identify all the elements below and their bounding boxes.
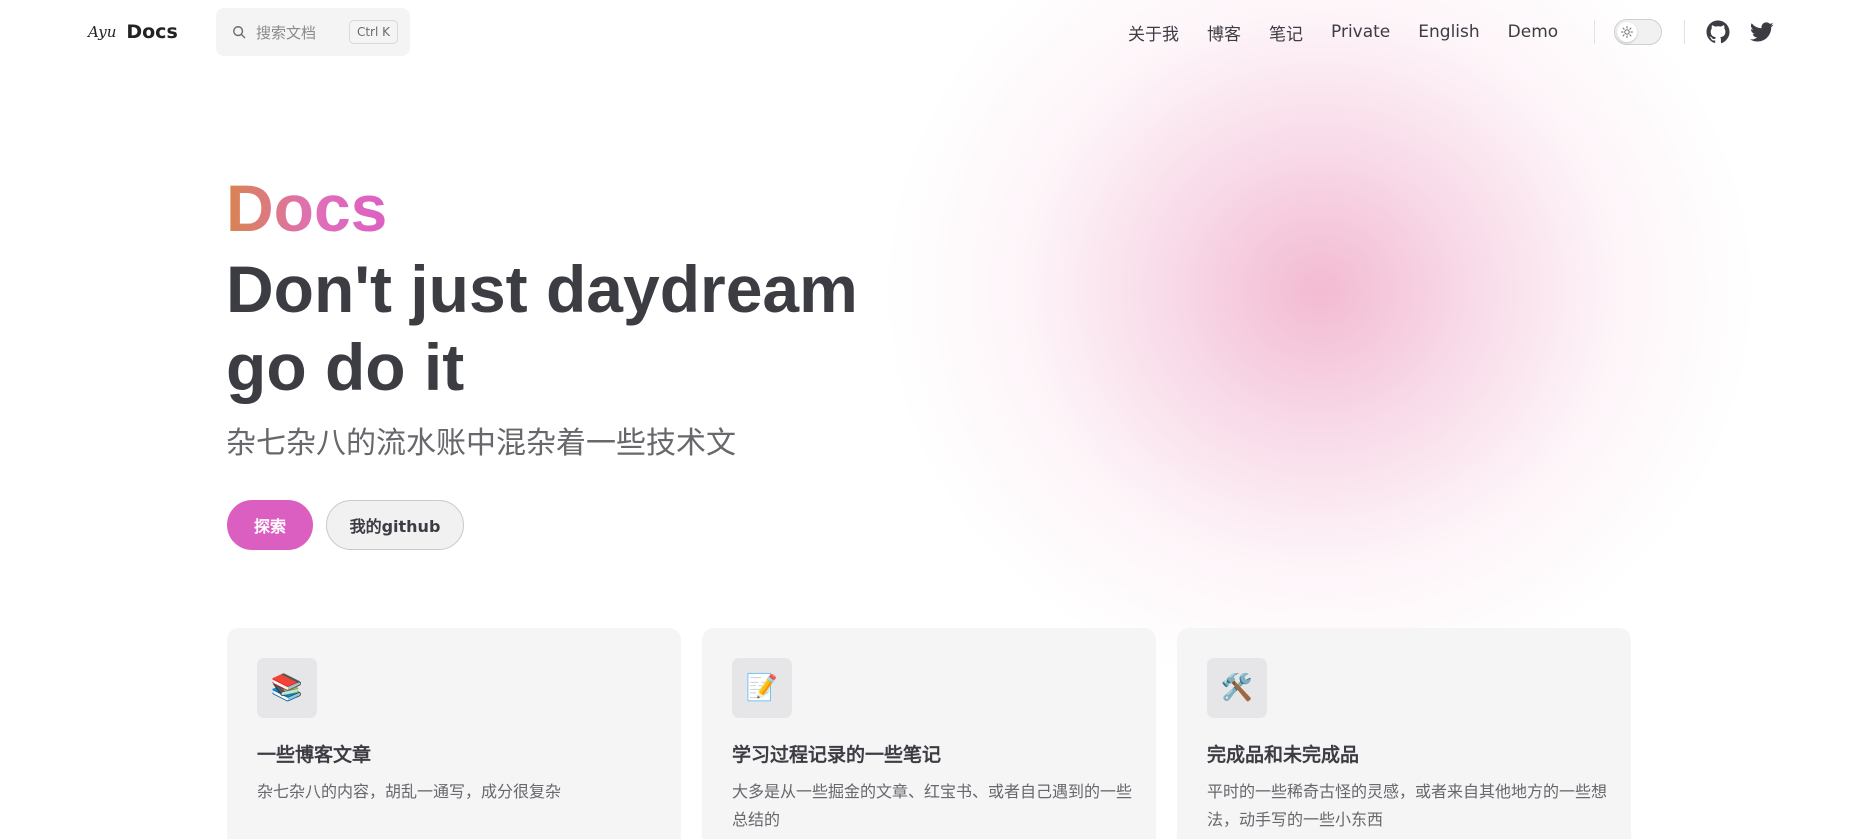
sun-icon bbox=[1617, 22, 1637, 42]
search-placeholder: 搜索文档 bbox=[256, 23, 317, 42]
top-navbar: Ayu Docs 搜索文档 Ctrl K 关于我 博客 笔记 Private E… bbox=[0, 0, 1865, 64]
logo-mark: Ayu bbox=[88, 23, 117, 41]
nav-divider bbox=[1684, 20, 1685, 44]
explore-button[interactable]: 探索 bbox=[227, 500, 313, 550]
search-shortcut: Ctrl K bbox=[348, 20, 398, 44]
feature-title: 完成品和未完成品 bbox=[1207, 744, 1360, 766]
hero-text: Don't just daydream go do it bbox=[226, 250, 1026, 406]
books-icon: 📚 bbox=[257, 658, 317, 718]
hero-text-line1: Don't just daydream bbox=[226, 252, 858, 326]
tools-icon: 🛠️ bbox=[1207, 658, 1267, 718]
feature-card-projects[interactable]: 🛠️ 完成品和未完成品 平时的一些稀奇古怪的灵感，或者来自其他地方的一些想法，动… bbox=[1177, 628, 1631, 839]
feature-card-notes[interactable]: 📝 学习过程记录的一些笔记 大多是从一些掘金的文章、红宝书、或者自己遇到的一些总… bbox=[702, 628, 1156, 839]
page: Ayu Docs 搜索文档 Ctrl K 关于我 博客 笔记 Private E… bbox=[0, 0, 1865, 839]
twitter-icon[interactable] bbox=[1750, 20, 1774, 44]
nav-link-english[interactable]: English bbox=[1418, 22, 1479, 42]
nav-links: 关于我 博客 笔记 Private English Demo bbox=[1128, 0, 1558, 64]
github-icon[interactable] bbox=[1706, 20, 1730, 44]
github-button[interactable]: 我的github bbox=[326, 500, 464, 550]
nav-link-demo[interactable]: Demo bbox=[1508, 22, 1559, 42]
hero-tagline: 杂七杂八的流水账中混杂着一些技术文 bbox=[226, 426, 736, 461]
nav-link-about[interactable]: 关于我 bbox=[1128, 20, 1179, 45]
site-title: Docs bbox=[126, 21, 178, 43]
nav-link-notes[interactable]: 笔记 bbox=[1269, 20, 1303, 45]
memo-icon: 📝 bbox=[732, 658, 792, 718]
hero-text-line2: go do it bbox=[226, 330, 465, 404]
search-button[interactable]: 搜索文档 Ctrl K bbox=[216, 8, 410, 56]
feature-title: 一些博客文章 bbox=[257, 744, 372, 766]
search-icon bbox=[233, 26, 246, 39]
nav-divider bbox=[1594, 20, 1595, 44]
feature-card-blog[interactable]: 📚 一些博客文章 杂七杂八的内容，胡乱一通写，成分很复杂 bbox=[227, 628, 681, 839]
site-logo[interactable]: Ayu Docs bbox=[88, 16, 178, 48]
feature-description: 杂七杂八的内容，胡乱一通写，成分很复杂 bbox=[257, 782, 562, 801]
feature-title: 学习过程记录的一些笔记 bbox=[732, 744, 942, 766]
feature-description: 平时的一些稀奇古怪的灵感，或者来自其他地方的一些想法，动手写的一些小东西 bbox=[1207, 782, 1608, 829]
feature-description: 大多是从一些掘金的文章、红宝书、或者自己遇到的一些总结的 bbox=[732, 782, 1133, 829]
theme-toggle[interactable] bbox=[1614, 19, 1662, 45]
nav-link-blog[interactable]: 博客 bbox=[1207, 20, 1241, 45]
hero-name: Docs bbox=[226, 168, 387, 248]
nav-link-private[interactable]: Private bbox=[1331, 22, 1390, 42]
